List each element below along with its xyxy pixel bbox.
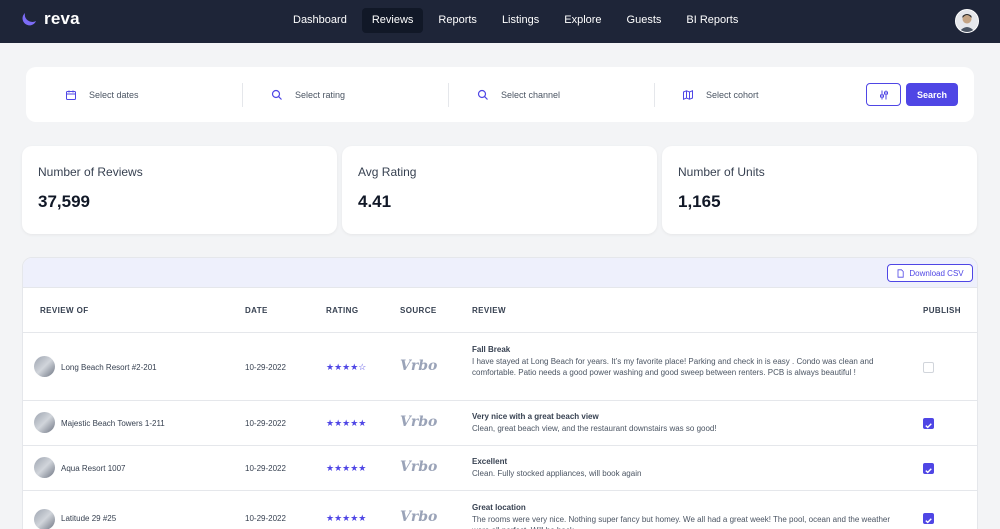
source-logo: Vrbo [400,459,438,475]
header-publish[interactable]: PUBLISH [923,306,961,315]
rating-stars: ★★★★★ [326,463,367,473]
review-body: Clean. Fully stocked appliances, will bo… [472,469,642,478]
download-csv-button[interactable]: Download CSV [887,264,973,282]
search-icon [477,89,488,100]
rating-filter-label: Select rating [295,90,346,100]
review-title: Excellent [472,457,508,466]
date-filter-label: Select dates [89,90,139,100]
stat-value: 4.41 [358,192,392,211]
table-row[interactable]: Long Beach Resort #2-201 10-29-2022 ★★★★… [23,334,977,401]
check-icon [925,468,932,474]
publish-checkbox[interactable] [923,418,934,429]
check-icon [925,518,932,524]
review-body: I have stayed at Long Beach for years. I… [472,357,874,377]
table-row[interactable]: Latitude 29 #25 10-29-2022 ★★★★★ Vrbo Gr… [23,491,977,529]
divider [448,83,449,107]
nav-explore[interactable]: Explore [554,8,611,33]
rating-filter[interactable]: Select rating [271,83,345,107]
nav-reports[interactable]: Reports [428,8,487,33]
publish-checkbox[interactable] [923,513,934,524]
filter-bar: Select dates Select rating Select channe… [26,67,974,122]
table-toolbar: Download CSV [23,258,977,288]
publish-checkbox[interactable] [923,362,934,373]
source-logo: Vrbo [400,414,438,430]
check-icon [925,423,932,429]
stat-label: Number of Units [678,165,765,179]
listing-name[interactable]: Aqua Resort 1007 [61,464,126,473]
review-title: Very nice with a great beach view [472,412,599,421]
header-date[interactable]: DATE [245,306,268,315]
logo[interactable]: reva [21,9,80,29]
stat-card-reviews: Number of Reviews 37,599 [22,146,337,234]
nav-guests[interactable]: Guests [617,8,672,33]
brand-name: reva [44,9,80,28]
stat-card-units: Number of Units 1,165 [662,146,977,234]
nav-reviews[interactable]: Reviews [361,8,424,33]
source-logo: Vrbo [400,509,438,525]
file-icon [897,268,904,278]
search-icon [271,89,282,100]
search-button[interactable]: Search [906,83,958,106]
listing-name[interactable]: Long Beach Resort #2-201 [61,363,157,372]
listing-name[interactable]: Latitude 29 #25 [61,514,116,523]
review-date: 10-29-2022 [245,514,286,523]
table-row[interactable]: Majestic Beach Towers 1-211 10-29-2022 ★… [23,401,977,446]
divider [654,83,655,107]
filter-settings-button[interactable] [866,83,901,106]
cohort-filter-label: Select cohort [706,90,759,100]
header-rating[interactable]: RATING [326,306,358,315]
review-date: 10-29-2022 [245,363,286,372]
header-review-of[interactable]: REVIEW OF [40,306,89,315]
channel-filter-label: Select channel [501,90,561,100]
review-body: The rooms were very nice. Nothing super … [472,515,891,529]
divider [242,83,243,107]
rating-stars: ★★★★★ [326,418,367,428]
nav-dashboard[interactable]: Dashboard [283,8,357,33]
channel-filter[interactable]: Select channel [477,83,560,107]
reviews-table: Download CSV REVIEW OF DATE RATING SOURC… [22,257,978,529]
table-header: REVIEW OF DATE RATING SOURCE REVIEW PUBL… [23,288,977,333]
calendar-icon [66,90,76,100]
user-avatar[interactable] [955,9,979,33]
review-date: 10-29-2022 [245,419,286,428]
main-nav: Dashboard Reviews Reports Listings Explo… [283,8,753,33]
rating-stars: ★★★★★ [326,513,367,523]
logo-icon [21,10,39,28]
listing-thumbnail [34,457,55,478]
map-icon [683,90,693,100]
listing-thumbnail [34,356,55,377]
header-review[interactable]: REVIEW [472,306,506,315]
stat-value: 37,599 [38,192,90,211]
source-logo: Vrbo [400,358,438,374]
stat-value: 1,165 [678,192,721,211]
nav-listings[interactable]: Listings [492,8,549,33]
top-navbar: reva Dashboard Reviews Reports Listings … [0,0,1000,43]
review-date: 10-29-2022 [245,464,286,473]
listing-name[interactable]: Majestic Beach Towers 1-211 [61,419,165,428]
date-filter[interactable]: Select dates [65,83,139,107]
sliders-icon [879,90,888,99]
header-source[interactable]: SOURCE [400,306,437,315]
download-csv-label: Download CSV [909,268,964,278]
review-title: Fall Break [472,345,511,354]
cohort-filter[interactable]: Select cohort [682,83,759,107]
publish-checkbox[interactable] [923,463,934,474]
stat-label: Number of Reviews [38,165,143,179]
rating-stars: ★★★★☆ [326,362,367,372]
listing-thumbnail [34,509,55,529]
review-title: Great location [472,503,526,512]
table-row[interactable]: Aqua Resort 1007 10-29-2022 ★★★★★ Vrbo E… [23,446,977,491]
review-body: Clean, great beach view, and the restaur… [472,424,717,433]
nav-bi-reports[interactable]: BI Reports [676,8,748,33]
stat-label: Avg Rating [358,165,417,179]
stat-card-avg-rating: Avg Rating 4.41 [342,146,657,234]
listing-thumbnail [34,412,55,433]
